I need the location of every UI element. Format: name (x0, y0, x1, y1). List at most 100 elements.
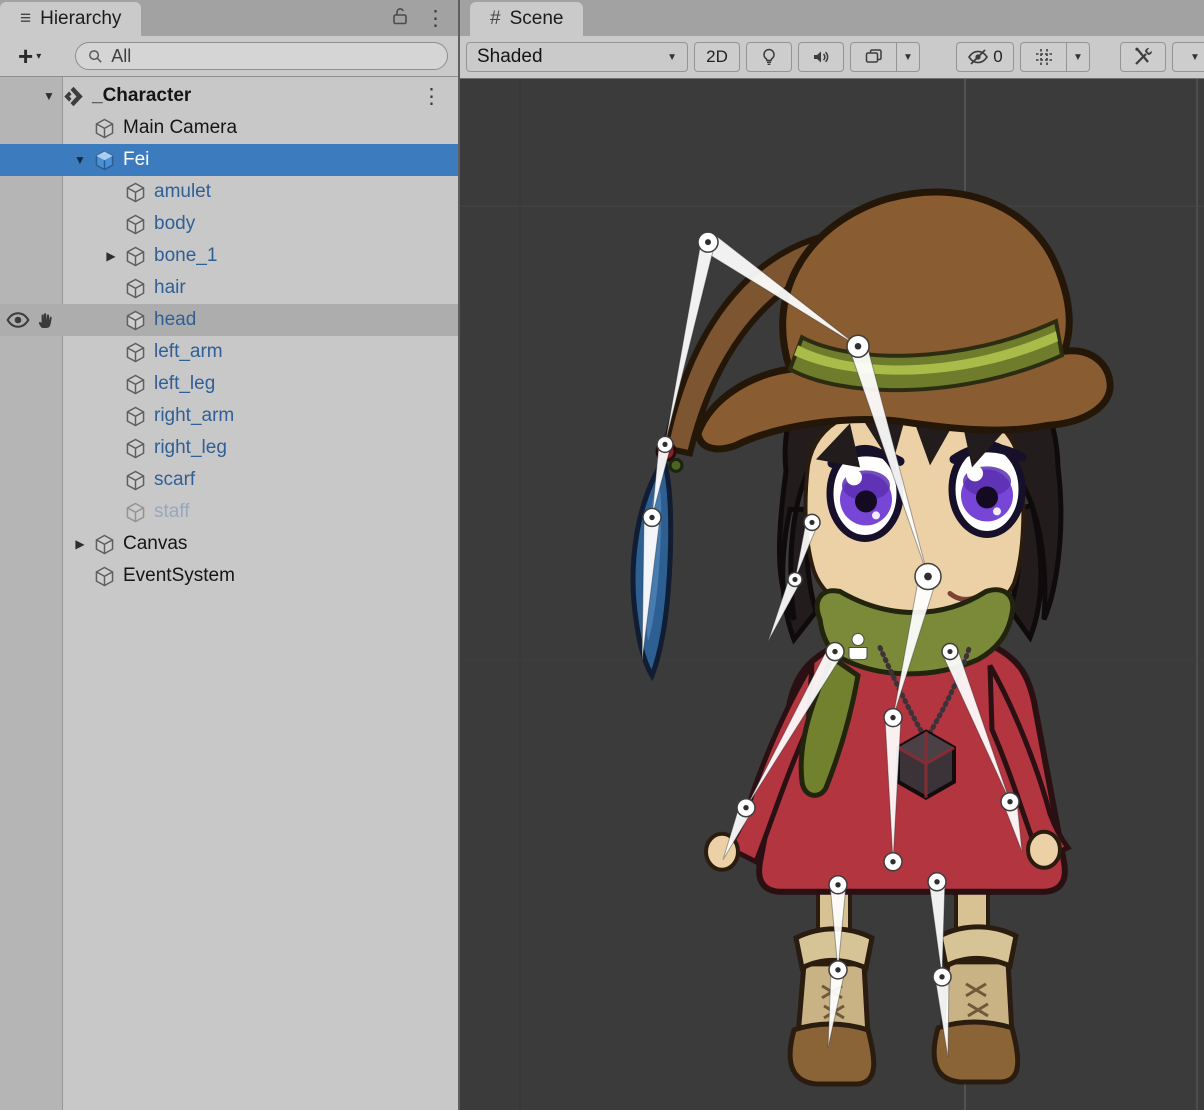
grid-settings-dropdown[interactable]: ▼ (1066, 42, 1090, 72)
bone-gizmo[interactable] (929, 881, 945, 977)
gameobject-cube-icon (93, 533, 116, 556)
tab-scene[interactable]: # Scene (470, 2, 583, 36)
bone-joint-center (835, 967, 840, 972)
hidden-objects-button[interactable]: 0 (956, 42, 1014, 72)
scene-effects-button[interactable] (850, 42, 896, 72)
hierarchy-item-bone-1[interactable]: ▶bone_1 (0, 240, 458, 272)
bone-joint-center (835, 882, 840, 887)
gameobject-cube-icon (93, 117, 116, 140)
bone-joint-center (890, 859, 895, 864)
bone-gizmo[interactable] (830, 885, 846, 970)
chevron-down-icon: ▾ (36, 51, 41, 62)
bone-joint-center (792, 577, 797, 582)
bone-gizmo-overlay[interactable] (460, 79, 1204, 1110)
foldout-arrow[interactable]: ▶ (67, 537, 93, 551)
scene-panel: # Scene Shaded ▼ 2D (460, 0, 1204, 1110)
kebab-menu-icon[interactable]: ⋮ (425, 6, 446, 31)
hierarchy-item-label: right_arm (154, 405, 234, 427)
scene-tabstrip: # Scene (460, 0, 1204, 36)
item-options-kebab-icon[interactable]: ⋮ (421, 84, 442, 109)
bone-gizmo[interactable] (665, 241, 715, 445)
bone-joint-center (924, 573, 932, 581)
hierarchy-item-staff[interactable]: staff (0, 496, 458, 528)
bone-joint-center (705, 239, 711, 245)
foldout-arrow[interactable]: ▶ (98, 249, 124, 263)
hierarchy-item-head[interactable]: head (0, 304, 458, 336)
bone-gizmo[interactable] (935, 976, 949, 1058)
hierarchy-item-label: staff (154, 501, 190, 523)
hierarchy-item-left-leg[interactable]: left_leg (0, 368, 458, 400)
hierarchy-item-right-arm[interactable]: right_arm (0, 400, 458, 432)
shading-mode-dropdown[interactable]: Shaded ▼ (466, 42, 688, 72)
scene-viewport[interactable] (460, 79, 1204, 1110)
bone-joint-center (947, 649, 952, 654)
clipped-edge-button[interactable]: ▼ (1172, 42, 1204, 72)
hierarchy-item-body[interactable]: body (0, 208, 458, 240)
bone-gizmo[interactable] (828, 969, 845, 1048)
hierarchy-item-right-leg[interactable]: right_leg (0, 432, 458, 464)
bone-joint-center (832, 649, 837, 654)
grid-snap-icon (1034, 47, 1054, 67)
scene-toolbar: Shaded ▼ 2D (460, 36, 1204, 79)
hierarchy-item-main-camera[interactable]: Main Camera (0, 112, 458, 144)
scene-lighting-button[interactable] (746, 42, 792, 72)
hierarchy-item-hair[interactable]: hair (0, 272, 458, 304)
hierarchy-item-left-arm[interactable]: left_arm (0, 336, 458, 368)
foldout-arrow[interactable]: ▼ (67, 153, 93, 167)
hierarchy-item-eventsystem[interactable]: EventSystem (0, 560, 458, 592)
hierarchy-item-canvas[interactable]: ▶Canvas (0, 528, 458, 560)
hierarchy-item-scarf[interactable]: scarf (0, 464, 458, 496)
scene-audio-button[interactable] (798, 42, 844, 72)
chevron-down-icon: ▼ (667, 52, 677, 63)
foldout-arrow[interactable]: ▼ (36, 89, 62, 103)
unity-editor-window: ≡ Hierarchy ⋮ + ▾ All (0, 0, 1204, 1110)
gameobject-cube-icon (124, 501, 147, 524)
search-icon (87, 48, 104, 65)
hierarchy-item-label: amulet (154, 181, 211, 203)
bone-gizmo[interactable] (885, 718, 901, 862)
hierarchy-item-fei[interactable]: ▼Fei (0, 144, 458, 176)
grid-settings-group: ▼ (1020, 42, 1090, 72)
bone-gizmo[interactable] (893, 574, 937, 717)
scene-tools-button[interactable] (1120, 42, 1166, 72)
gameobject-cube-icon (124, 181, 147, 204)
bone-gizmo[interactable] (642, 517, 660, 662)
visibility-eye-icon[interactable] (6, 310, 30, 330)
hierarchy-item-amulet[interactable]: amulet (0, 176, 458, 208)
hierarchy-item-label: right_leg (154, 437, 227, 459)
bone-gizmo[interactable] (943, 649, 1010, 802)
chevron-down-icon: ▼ (1073, 52, 1083, 63)
effects-icon (864, 47, 884, 67)
gameobject-cube-icon (124, 277, 147, 300)
bone-joint-center (890, 715, 895, 720)
hierarchy-item-label: head (154, 309, 196, 331)
chevron-down-icon: ▼ (903, 52, 913, 63)
bone-joint-center (809, 520, 814, 525)
grid-icon: # (490, 8, 501, 30)
grid-visibility-button[interactable] (1020, 42, 1066, 72)
hierarchy-list-icon: ≡ (20, 8, 31, 30)
create-object-button[interactable]: + ▾ (12, 42, 47, 70)
tab-hierarchy[interactable]: ≡ Hierarchy (0, 2, 141, 36)
bone-gizmo[interactable] (849, 344, 928, 577)
hierarchy-tab-title: Hierarchy (40, 8, 121, 30)
hierarchy-item--character[interactable]: ▼_Character⋮ (0, 80, 458, 112)
eye-off-icon (967, 47, 989, 67)
search-input[interactable]: All (75, 42, 448, 70)
scene-effects-dropdown[interactable]: ▼ (896, 42, 920, 72)
bone-gizmo[interactable] (702, 234, 858, 346)
bone-gizmo[interactable] (746, 648, 842, 808)
picking-hand-icon[interactable] (34, 310, 58, 330)
gameobject-cube-icon (124, 213, 147, 236)
bone-gizmo[interactable] (652, 443, 671, 517)
hidden-count: 0 (993, 47, 1002, 67)
hierarchy-panel: ≡ Hierarchy ⋮ + ▾ All (0, 0, 458, 1110)
lock-icon[interactable] (391, 6, 409, 31)
toggle-2d-button[interactable]: 2D (694, 42, 740, 72)
prefab-cube-icon (93, 149, 116, 172)
hierarchy-item-label: scarf (154, 469, 195, 491)
hierarchy-item-label: body (154, 213, 195, 235)
gameobject-cube-icon (93, 565, 116, 588)
bone-joint-center (662, 442, 667, 447)
bone-joint-center (939, 974, 944, 979)
